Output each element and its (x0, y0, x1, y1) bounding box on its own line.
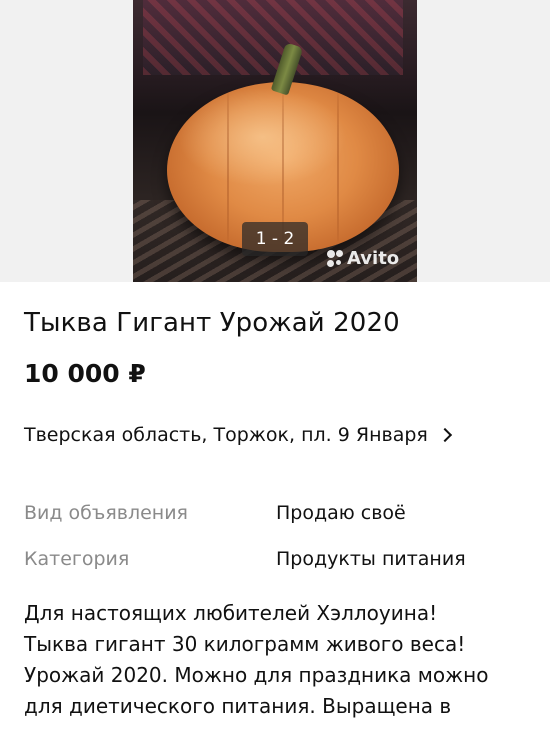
description-line: Для настоящих любителей Хэллоуина! (24, 601, 438, 625)
pumpkin-rib (282, 92, 284, 242)
listing-price: 10 000 ₽ (24, 359, 146, 388)
param-value: Продаю своё (276, 502, 406, 524)
photo-background-rug (143, 0, 403, 75)
param-label: Вид объявления (24, 502, 188, 524)
description-line: для диетического питания. Выращена в (24, 694, 452, 718)
address-link[interactable]: Тверская область, Торжок, пл. 9 Января (24, 424, 452, 446)
param-row-ad-type: Вид объявления Продаю своё (24, 502, 534, 548)
pumpkin-rib (227, 92, 229, 242)
watermark-text: Avito (347, 248, 400, 269)
pumpkin-rib (337, 92, 339, 242)
photo-counter: 1 - 2 (242, 222, 308, 256)
description-line: Тыква гигант 30 килограмм живого веса! (24, 632, 466, 656)
description-line: Урожай 2020. Можно для праздника можно (24, 663, 489, 687)
param-value: Продукты питания (276, 548, 466, 570)
param-label: Категория (24, 548, 130, 570)
avito-logo-icon (327, 250, 343, 267)
photo-gallery[interactable]: 1 - 2 Avito (0, 0, 550, 282)
listing-description: Для настоящих любителей Хэллоуина! Тыква… (24, 598, 534, 722)
chevron-right-icon (437, 427, 452, 443)
avito-watermark: Avito (327, 248, 399, 269)
param-row-category: Категория Продукты питания (24, 548, 534, 594)
listing-params: Вид объявления Продаю своё Категория Про… (24, 502, 534, 594)
listing-title: Тыква Гигант Урожай 2020 (24, 308, 400, 338)
address-text: Тверская область, Торжок, пл. 9 Января (24, 424, 428, 446)
